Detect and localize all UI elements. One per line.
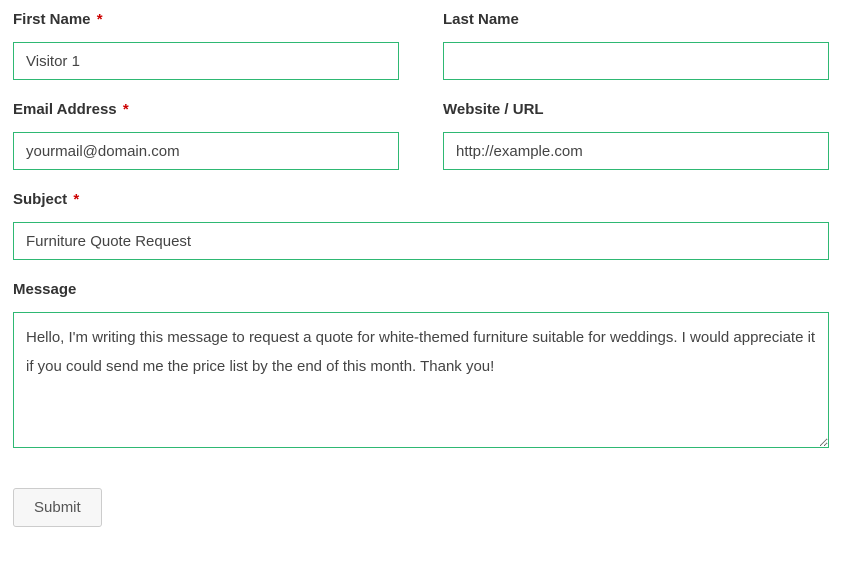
subject-input[interactable] — [13, 222, 829, 260]
subject-label-text: Subject — [13, 191, 67, 208]
first-name-input[interactable] — [13, 42, 399, 80]
website-label-text: Website / URL — [443, 101, 544, 118]
first-name-group: First Name * — [13, 11, 399, 80]
first-name-label-text: First Name — [13, 11, 91, 28]
website-label: Website / URL — [443, 101, 829, 118]
email-required: * — [123, 101, 129, 118]
subject-group: Subject * — [13, 191, 829, 260]
message-label-text: Message — [13, 281, 76, 298]
message-label: Message — [13, 281, 829, 298]
website-group: Website / URL — [443, 101, 829, 170]
contact-form: First Name * Last Name Email Address * W… — [13, 11, 829, 527]
subject-label: Subject * — [13, 191, 829, 208]
last-name-group: Last Name — [443, 11, 829, 80]
submit-button[interactable]: Submit — [13, 488, 102, 527]
website-input[interactable] — [443, 132, 829, 170]
message-textarea[interactable] — [13, 312, 829, 448]
last-name-label-text: Last Name — [443, 11, 519, 28]
first-name-label: First Name * — [13, 11, 399, 28]
subject-required: * — [73, 191, 79, 208]
first-name-required: * — [97, 11, 103, 28]
email-group: Email Address * — [13, 101, 399, 170]
email-input[interactable] — [13, 132, 399, 170]
message-group: Message — [13, 281, 829, 453]
email-label: Email Address * — [13, 101, 399, 118]
last-name-label: Last Name — [443, 11, 829, 28]
email-label-text: Email Address — [13, 101, 117, 118]
last-name-input[interactable] — [443, 42, 829, 80]
